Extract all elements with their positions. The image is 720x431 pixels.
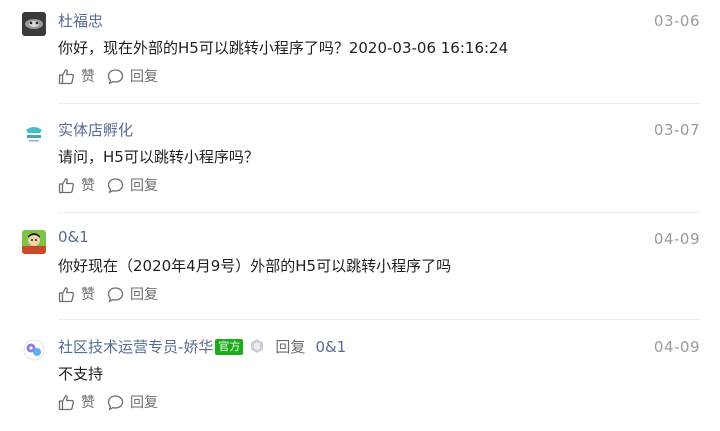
comment-item: 杜福忠 03-06 你好，现在外部的H5可以跳转小程序了吗？2020-03-06…	[0, 0, 720, 105]
author-name[interactable]: 实体店孵化	[58, 119, 133, 140]
reply-button[interactable]: 回复	[107, 175, 158, 195]
reply-to-name[interactable]: 0&1	[315, 338, 346, 356]
avatar[interactable]	[22, 121, 46, 145]
speech-bubble-icon	[107, 286, 124, 303]
comment-date: 04-09	[653, 230, 700, 248]
avatar[interactable]	[22, 230, 46, 254]
reply-button[interactable]: 回复	[107, 392, 158, 412]
reply-button[interactable]: 回复	[107, 66, 158, 86]
divider	[58, 103, 700, 104]
comment-actions: 赞 回复	[58, 284, 158, 304]
speech-bubble-icon	[107, 68, 124, 85]
comment-actions: 赞 回复	[58, 66, 158, 86]
comment-date: 04-09	[653, 338, 700, 356]
comment-date: 03-06	[653, 12, 700, 30]
like-button[interactable]: 赞	[58, 392, 95, 412]
author-line: 社区技术运营专员-娇华 官方 回复 0&1	[58, 336, 346, 358]
medal-icon	[249, 338, 265, 358]
divider	[58, 319, 700, 320]
like-label: 赞	[81, 178, 95, 194]
like-button[interactable]: 赞	[58, 66, 95, 86]
speech-bubble-icon	[107, 177, 124, 194]
thumbs-up-icon	[58, 394, 74, 410]
comment-text: 不支持	[58, 365, 104, 383]
speech-bubble-icon	[107, 394, 124, 411]
reply-label: 回复	[130, 178, 158, 194]
comment-item: 社区技术运营专员-娇华 官方 回复 0&1 04-09 不支持 赞 回复	[0, 326, 720, 431]
avatar[interactable]	[22, 338, 46, 362]
comment-text: 你好现在（2020年4月9号）外部的H5可以跳转小程序了吗	[58, 257, 452, 275]
comment-item: 实体店孵化 03-07 请问，H5可以跳转小程序吗？ 赞 回复	[0, 109, 720, 214]
divider	[58, 212, 700, 213]
like-button[interactable]: 赞	[58, 175, 95, 195]
comment-actions: 赞 回复	[58, 392, 158, 412]
reply-button[interactable]: 回复	[107, 284, 158, 304]
comment-text: 请问，H5可以跳转小程序吗？	[58, 148, 259, 166]
thumbs-up-icon	[58, 68, 74, 84]
author-name[interactable]: 0&1	[58, 228, 89, 246]
like-label: 赞	[81, 395, 95, 411]
reply-label: 回复	[130, 395, 158, 411]
comment-text: 你好，现在外部的H5可以跳转小程序了吗？2020-03-06 16:16:24	[58, 39, 509, 57]
reply-label: 回复	[130, 287, 158, 303]
avatar[interactable]	[22, 12, 46, 36]
reply-tag: 回复	[275, 338, 306, 356]
author-name[interactable]: 社区技术运营专员-娇华	[58, 338, 213, 356]
reply-label: 回复	[130, 69, 158, 85]
thumbs-up-icon	[58, 286, 74, 302]
like-button[interactable]: 赞	[58, 284, 95, 304]
comment-item: 0&1 04-09 你好现在（2020年4月9号）外部的H5可以跳转小程序了吗 …	[0, 218, 720, 323]
like-label: 赞	[81, 69, 95, 85]
author-name[interactable]: 杜福忠	[58, 10, 103, 31]
comment-actions: 赞 回复	[58, 175, 158, 195]
thumbs-up-icon	[58, 177, 74, 193]
like-label: 赞	[81, 287, 95, 303]
official-badge: 官方	[215, 339, 244, 355]
comment-date: 03-07	[653, 121, 700, 139]
